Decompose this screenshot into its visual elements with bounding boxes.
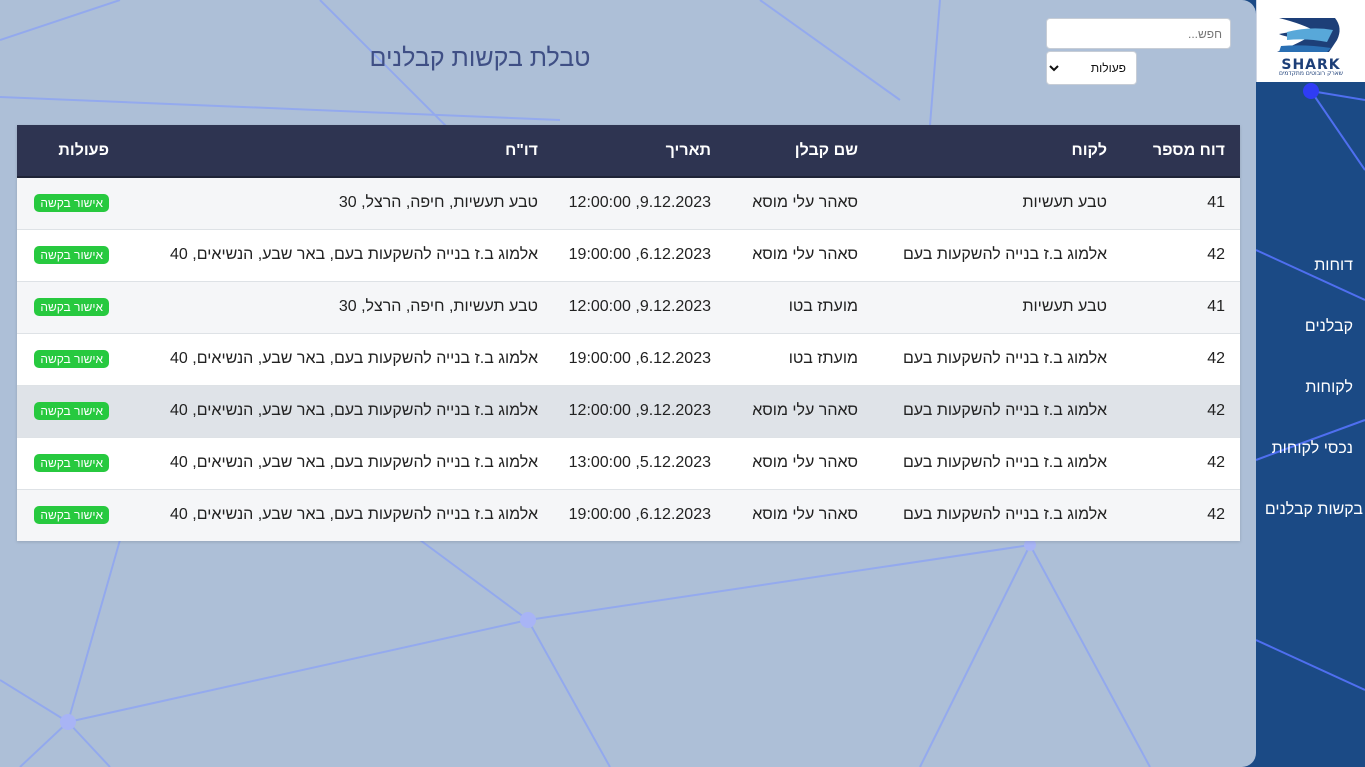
table-row[interactable]: 41 טבע תעשיות מועתז בטו 9.12.2023, 12:00… xyxy=(17,280,1240,333)
column-header-contractor[interactable]: שם קבלן xyxy=(726,125,873,178)
cell-actions: אישור בקשה xyxy=(17,436,124,489)
sidebar-item-clients[interactable]: לקוחות xyxy=(1256,368,1365,429)
sidebar-item-contractor-requests[interactable]: בקשות קבלנים xyxy=(1256,490,1365,551)
cell-report: טבע תעשיות, חיפה, הרצל, 30 xyxy=(124,176,553,229)
cell-report-number: 41 xyxy=(1122,176,1240,229)
cell-date: 6.12.2023, 19:00:00 xyxy=(553,488,726,541)
sidebar: SHARK שארק רובוטים מתקדמים דוחות קבלנים … xyxy=(1256,0,1365,767)
cell-actions: אישור בקשה xyxy=(17,176,124,229)
cell-actions: אישור בקשה xyxy=(17,332,124,385)
search-input[interactable] xyxy=(1046,18,1231,49)
cell-date: 5.12.2023, 13:00:00 xyxy=(553,436,726,489)
column-header-date[interactable]: תאריך xyxy=(553,125,726,178)
cell-report-number: 42 xyxy=(1122,332,1240,385)
cell-date: 9.12.2023, 12:00:00 xyxy=(553,384,726,437)
sidebar-item-client-assets[interactable]: נכסי לקוחות xyxy=(1256,429,1365,490)
cell-date: 9.12.2023, 12:00:00 xyxy=(553,176,726,229)
approve-request-button[interactable]: אישור בקשה xyxy=(34,506,109,525)
cell-client: אלמוג ב.ז בנייה להשקעות בעם xyxy=(873,332,1122,385)
table-row[interactable]: 42 אלמוג ב.ז בנייה להשקעות בעם סאהר עלי … xyxy=(17,384,1240,437)
cell-date: 6.12.2023, 19:00:00 xyxy=(553,228,726,281)
cell-report: אלמוג ב.ז בנייה להשקעות בעם, באר שבע, הנ… xyxy=(124,228,553,281)
cell-report: אלמוג ב.ז בנייה להשקעות בעם, באר שבע, הנ… xyxy=(124,436,553,489)
table-row[interactable]: 42 אלמוג ב.ז בנייה להשקעות בעם סאהר עלי … xyxy=(17,488,1240,541)
requests-table: דוח מספר לקוח שם קבלן תאריך דו"ח פעולות … xyxy=(17,125,1240,541)
cell-report: אלמוג ב.ז בנייה להשקעות בעם, באר שבע, הנ… xyxy=(124,332,553,385)
column-header-report-number[interactable]: דוח מספר xyxy=(1122,125,1240,178)
approve-request-button[interactable]: אישור בקשה xyxy=(34,454,109,472)
table-header-row: דוח מספר לקוח שם קבלן תאריך דו"ח פעולות xyxy=(17,125,1240,178)
sidebar-nav: דוחות קבלנים לקוחות נכסי לקוחות בקשות קב… xyxy=(1256,246,1365,551)
approve-request-button[interactable]: אישור בקשה xyxy=(34,402,109,420)
cell-report-number: 41 xyxy=(1122,280,1240,333)
approve-request-button[interactable]: אישור בקשה xyxy=(34,298,109,316)
table-row[interactable]: 42 אלמוג ב.ז בנייה להשקעות בעם סאהר עלי … xyxy=(17,436,1240,489)
cell-client: אלמוג ב.ז בנייה להשקעות בעם xyxy=(873,384,1122,437)
cell-client: אלמוג ב.ז בנייה להשקעות בעם xyxy=(873,488,1122,541)
cell-contractor: סאהר עלי מוסא xyxy=(726,228,873,281)
table-row[interactable]: 42 אלמוג ב.ז בנייה להשקעות בעם מועתז בטו… xyxy=(17,332,1240,385)
cell-client: טבע תעשיות xyxy=(873,280,1122,333)
cell-contractor: מועתז בטו xyxy=(726,280,873,333)
page-title: טבלת בקשות קבלנים xyxy=(369,44,591,72)
actions-select[interactable]: פעולות xyxy=(1046,51,1137,85)
cell-contractor: סאהר עלי מוסא xyxy=(726,488,873,541)
cell-actions: אישור בקשה xyxy=(17,228,124,281)
cell-actions: אישור בקשה xyxy=(17,384,124,437)
main-content: טבלת בקשות קבלנים פעולות דוח מספר לקוח ש… xyxy=(0,0,1256,767)
cell-client: אלמוג ב.ז בנייה להשקעות בעם xyxy=(873,436,1122,489)
approve-request-button[interactable]: אישור בקשה xyxy=(34,350,109,368)
cell-report: אלמוג ב.ז בנייה להשקעות בעם, באר שבע, הנ… xyxy=(124,384,553,437)
cell-report-number: 42 xyxy=(1122,436,1240,489)
logo-tagline: שארק רובוטים מתקדמים xyxy=(1278,70,1343,77)
cell-actions: אישור בקשה xyxy=(17,488,124,541)
logo[interactable]: SHARK שארק רובוטים מתקדמים xyxy=(1256,0,1365,82)
sidebar-item-reports[interactable]: דוחות xyxy=(1256,246,1365,307)
cell-actions: אישור בקשה xyxy=(17,280,124,333)
cell-report-number: 42 xyxy=(1122,384,1240,437)
cell-contractor: מועתז בטו xyxy=(726,332,873,385)
column-header-client[interactable]: לקוח xyxy=(873,125,1122,178)
cell-date: 9.12.2023, 12:00:00 xyxy=(553,280,726,333)
table-row[interactable]: 42 אלמוג ב.ז בנייה להשקעות בעם סאהר עלי … xyxy=(17,228,1240,281)
cell-report: אלמוג ב.ז בנייה להשקעות בעם, באר שבע, הנ… xyxy=(124,488,553,541)
cell-report: טבע תעשיות, חיפה, הרצל, 30 xyxy=(124,280,553,333)
cell-contractor: סאהר עלי מוסא xyxy=(726,436,873,489)
cell-report-number: 42 xyxy=(1122,228,1240,281)
cell-client: אלמוג ב.ז בנייה להשקעות בעם xyxy=(873,228,1122,281)
table-row[interactable]: 41 טבע תעשיות סאהר עלי מוסא 9.12.2023, 1… xyxy=(17,176,1240,229)
cell-date: 6.12.2023, 19:00:00 xyxy=(553,332,726,385)
approve-request-button[interactable]: אישור בקשה xyxy=(34,194,109,213)
approve-request-button[interactable]: אישור בקשה xyxy=(34,246,109,264)
column-header-actions[interactable]: פעולות xyxy=(17,125,124,178)
cell-contractor: סאהר עלי מוסא xyxy=(726,176,873,229)
column-header-report[interactable]: דו"ח xyxy=(124,125,553,178)
cell-contractor: סאהר עלי מוסא xyxy=(726,384,873,437)
cell-report-number: 42 xyxy=(1122,488,1240,541)
cell-client: טבע תעשיות xyxy=(873,176,1122,229)
sidebar-item-contractors[interactable]: קבלנים xyxy=(1256,307,1365,368)
